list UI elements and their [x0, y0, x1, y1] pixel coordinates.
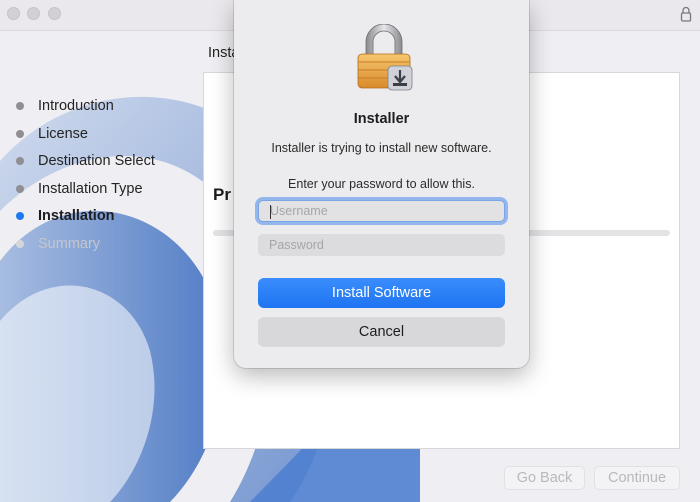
step-label: Destination Select: [38, 153, 155, 169]
padlock-installer-icon: [357, 24, 413, 91]
dialog-prompt: Enter your password to allow this.: [288, 177, 475, 191]
step-bullet: [16, 239, 24, 248]
text-caret: [270, 205, 271, 219]
step-destination-select: Destination Select: [16, 151, 155, 179]
step-label: License: [38, 125, 88, 142]
step-bullet: [16, 129, 24, 138]
step-license: License: [16, 124, 155, 152]
step-summary: Summary: [16, 234, 155, 262]
lock-icon: [680, 6, 692, 22]
dialog-title: Installer: [353, 111, 410, 127]
installer-window: Introduction License Destination Select …: [0, 0, 700, 502]
dialog-message: Installer is trying to install new softw…: [271, 141, 492, 155]
step-bullet: [16, 157, 24, 165]
step-bullet-active: [16, 212, 24, 220]
step-bullet: [16, 184, 24, 193]
close-window-button[interactable]: [7, 7, 20, 20]
cancel-button[interactable]: Cancel: [258, 317, 505, 347]
authentication-dialog: Installer Installer is trying to install…: [234, 0, 529, 368]
password-field[interactable]: Password: [258, 234, 505, 256]
zoom-window-button[interactable]: [48, 7, 61, 20]
password-placeholder: Password: [269, 238, 324, 252]
minimize-window-button[interactable]: [27, 7, 40, 20]
step-installation: Installation: [16, 206, 155, 234]
step-label: Installation Type: [38, 180, 143, 197]
step-installation-type: Installation Type: [16, 179, 155, 207]
step-introduction: Introduction: [16, 96, 155, 124]
step-label: Summary: [38, 235, 101, 252]
continue-button[interactable]: Continue: [594, 466, 680, 490]
username-placeholder: Username: [270, 204, 328, 218]
installer-steps: Introduction License Destination Select …: [16, 96, 155, 261]
username-field[interactable]: Username: [258, 200, 505, 222]
step-label: Introduction: [38, 98, 114, 114]
install-software-button[interactable]: Install Software: [258, 278, 505, 308]
step-bullet: [16, 102, 24, 110]
step-label: Installation: [38, 208, 115, 224]
go-back-button[interactable]: Go Back: [504, 466, 585, 490]
progress-title: Pr: [213, 185, 231, 204]
